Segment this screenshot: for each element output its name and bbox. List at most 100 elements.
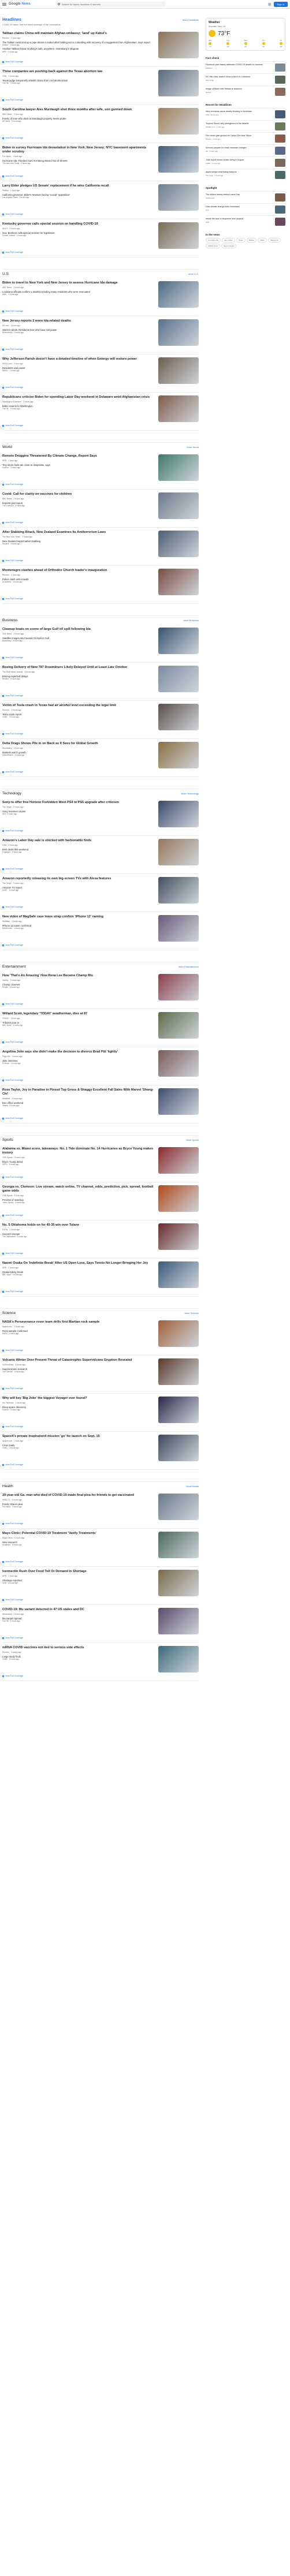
story-thumbnail[interactable] (158, 742, 199, 768)
side-story-thumbnail[interactable] (275, 122, 285, 130)
side-story-title[interactable]: Image of Biden with Taliban is doctored (206, 88, 273, 91)
story-headline[interactable]: Taliban claims China will maintain Afgha… (2, 32, 155, 36)
side-story-thumbnail[interactable] (275, 135, 285, 143)
section-title[interactable]: U.S. (2, 272, 10, 276)
full-coverage-link[interactable]: View Full Coverage (2, 1599, 199, 1601)
section-title[interactable]: Sports (2, 1138, 13, 1142)
section-title[interactable]: Entertainment (2, 965, 25, 969)
topic-chip[interactable]: Willard Scott (206, 244, 220, 248)
story-thumbnail[interactable] (158, 1261, 199, 1288)
related-headline[interactable]: The Taliban could end up a pipe dream in… (2, 41, 155, 44)
full-coverage-link[interactable]: View Full Coverage (2, 1387, 199, 1390)
story-headline[interactable]: Why will key 'Big Joke' the biggest Voya… (2, 1397, 155, 1401)
section-title[interactable]: World (2, 445, 12, 449)
story-thumbnail[interactable] (158, 108, 199, 135)
story-headline[interactable]: 20-year-old Ga. man who died of COVID-19… (2, 1494, 155, 1498)
side-story-thumbnail[interactable] (275, 64, 285, 72)
side-story[interactable]: Inside the race to sequence new variants… (206, 215, 285, 227)
full-coverage-link[interactable]: View Full Coverage (2, 733, 199, 735)
story-thumbnail[interactable] (158, 357, 199, 384)
side-story-title[interactable]: The hidden history behind Labor Day (206, 193, 273, 196)
full-coverage-link[interactable]: View Full Coverage (2, 1637, 199, 1639)
story-headline[interactable]: Remote Druggins Threatened By Climate Ch… (2, 454, 155, 458)
story-thumbnail[interactable] (158, 184, 199, 211)
side-story-title[interactable]: How climate change fuels hurricanes (206, 206, 273, 208)
section-title[interactable]: Health (2, 1484, 13, 1488)
full-coverage-link[interactable]: View Full Coverage (2, 1675, 199, 1677)
full-coverage-link[interactable]: View Full Coverage (2, 483, 199, 486)
story-headline[interactable]: Amazon's Labor Day sale is stocked with … (2, 839, 155, 843)
story-thumbnail[interactable] (158, 877, 199, 904)
story-headline[interactable]: Ivermectin Rush Over Food Toll Or Demand… (2, 1570, 155, 1574)
full-coverage-link[interactable]: View Full Coverage (2, 1290, 199, 1293)
side-story-title[interactable]: Ida's remnants cause deadly flooding in … (206, 110, 273, 113)
story-thumbnail[interactable] (158, 1570, 199, 1596)
full-coverage-link[interactable]: View Full Coverage (2, 771, 199, 773)
story-thumbnail[interactable] (158, 281, 199, 308)
full-coverage-link[interactable]: View Full Coverage (2, 1252, 199, 1255)
story-headline[interactable]: Amazon reportedly releasing its own big-… (2, 877, 155, 881)
side-story[interactable]: Jobs report shows slower hiring in Augus… (206, 156, 285, 169)
story-thumbnail[interactable] (158, 1147, 199, 1174)
full-coverage-link[interactable]: View Full Coverage (2, 559, 199, 562)
story-thumbnail[interactable] (158, 666, 199, 692)
side-story[interactable]: How climate change fuels hurricanes NYT (206, 203, 285, 215)
story-thumbnail[interactable] (158, 1646, 199, 1672)
story-headline[interactable]: mRNA COVID vaccines not tied to serious … (2, 1646, 155, 1650)
section-title[interactable]: Science (2, 1311, 16, 1315)
story-thumbnail[interactable] (158, 915, 199, 942)
story-headline[interactable]: Angelina Jolie says she didn't make the … (2, 1050, 155, 1054)
full-coverage-link[interactable]: View Full Coverage (2, 61, 199, 63)
full-coverage-link[interactable]: View Full Coverage (2, 310, 199, 312)
section-title[interactable]: Technology (2, 792, 21, 796)
section-more-link[interactable]: More World (187, 446, 199, 449)
full-coverage-link[interactable]: View Full Coverage (2, 137, 199, 139)
story-thumbnail[interactable] (158, 1358, 199, 1385)
story-thumbnail[interactable] (158, 32, 199, 58)
section-more-link[interactable]: More U.S. (188, 272, 199, 275)
section-title[interactable]: Business (2, 618, 17, 622)
story-thumbnail[interactable] (158, 146, 199, 173)
story-thumbnail[interactable] (158, 531, 199, 557)
story-headline[interactable]: Volcanic Winter Over Present Threat of C… (2, 1358, 155, 1362)
side-story-thumbnail[interactable] (275, 76, 285, 84)
story-thumbnail[interactable] (158, 1088, 199, 1115)
story-headline[interactable]: Biden to travel to New York and New Jers… (2, 281, 155, 285)
topic-chip[interactable]: Shang-Chi (267, 238, 281, 242)
full-coverage-link[interactable]: View Full Coverage (2, 656, 199, 659)
full-coverage-link[interactable]: View Full Coverage (2, 521, 199, 524)
side-story-thumbnail[interactable] (275, 193, 285, 201)
full-coverage-link[interactable]: View Full Coverage (2, 1522, 199, 1525)
story-headline[interactable]: Delta Drags Shows Pile in on Back as It … (2, 742, 155, 746)
story-headline[interactable]: Covid: Call for clarity on vaccines for … (2, 492, 155, 496)
story-headline[interactable]: Victim of Tesla crash in Texas had air a… (2, 704, 155, 708)
full-coverage-link[interactable]: View Full Coverage (2, 424, 199, 427)
side-story-title[interactable]: Jobs report shows slower hiring in Augus… (206, 159, 273, 162)
full-coverage-link[interactable]: View Full Coverage (2, 1041, 199, 1043)
story-headline[interactable]: Three companies are pushing back against… (2, 70, 155, 74)
full-coverage-link[interactable]: View Full Coverage (2, 1214, 199, 1216)
story-headline[interactable]: Sony to offer free Horizon Forbidden Wes… (2, 801, 155, 805)
side-story[interactable]: Tropical Storm Larry strengthens in the … (206, 120, 285, 132)
story-headline[interactable]: SpaceX's private Inspiration4 mission 'g… (2, 1435, 155, 1439)
side-story[interactable]: Schools prepare for mask mandate changes… (206, 144, 285, 156)
story-headline[interactable]: After Stabbing Attack, New Zealand Exami… (2, 531, 155, 535)
story-thumbnail[interactable] (158, 492, 199, 519)
story-headline[interactable]: Biden to survey Hurricane Ida devastatio… (2, 146, 155, 154)
topic-chip[interactable]: Taliban (246, 238, 257, 242)
side-story[interactable]: Apple delays child safety features The Ve… (206, 169, 285, 181)
full-coverage-link[interactable]: View Full Coverage (2, 348, 199, 350)
full-coverage-link[interactable]: View Full Coverage (2, 1003, 199, 1005)
story-headline[interactable]: Rose Taylor, Joy in Paradise in Pissed T… (2, 1088, 155, 1096)
headlines-title[interactable]: Headlines (2, 18, 21, 22)
story-thumbnail[interactable] (158, 569, 199, 595)
section-more-link[interactable]: More Technology (181, 792, 199, 795)
topic-chip[interactable]: Larry Elder (222, 238, 235, 242)
story-headline[interactable]: COVID-19: Mu variant detected in 47 US s… (2, 1608, 155, 1612)
story-headline[interactable]: Cleanup boats on scene of large Gulf oil… (2, 628, 155, 632)
search-icon[interactable] (58, 3, 61, 5)
section-more-link[interactable]: More Entertainment (179, 965, 199, 968)
story-thumbnail[interactable] (158, 319, 199, 346)
story-headline[interactable]: Montenegro clashes ahead of Orthodox Chu… (2, 569, 155, 573)
section-more-link[interactable]: More Science (185, 1312, 199, 1315)
